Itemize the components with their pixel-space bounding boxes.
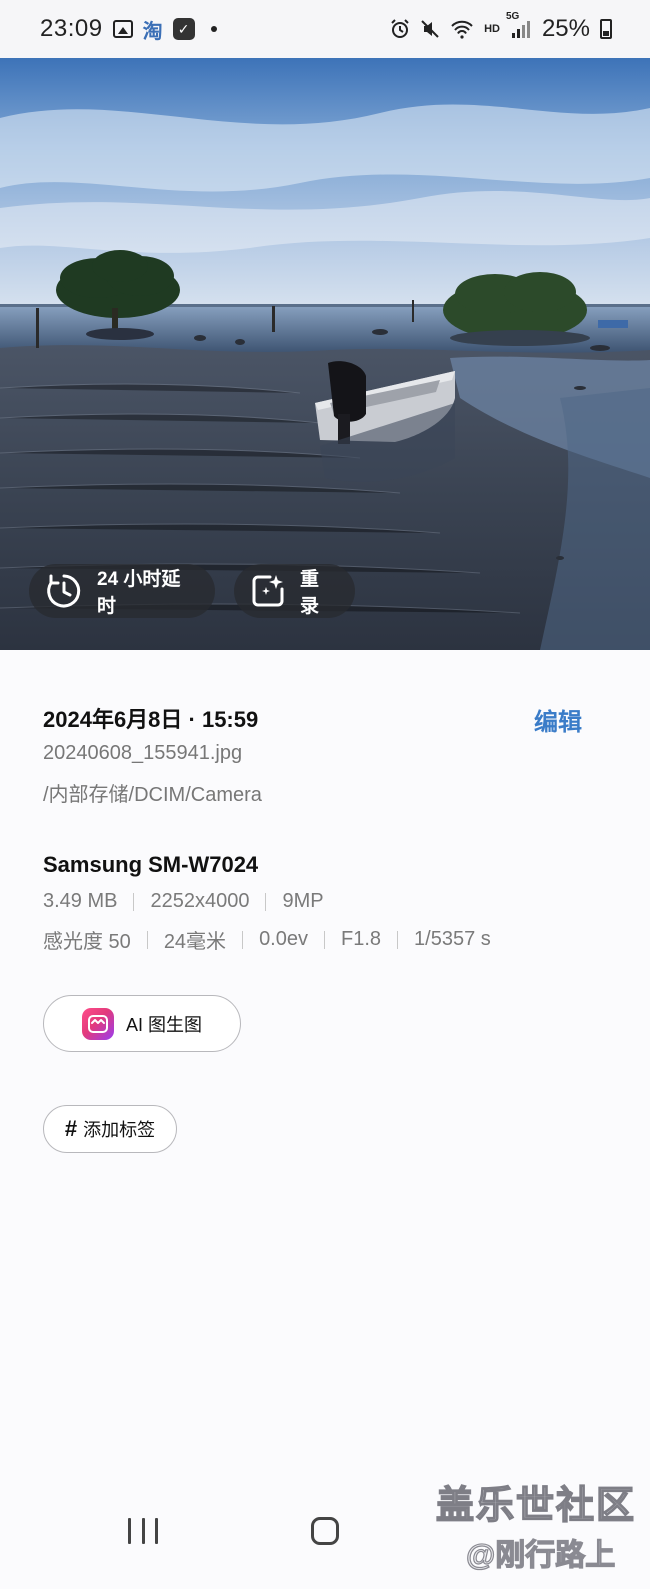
photo-preview[interactable]: 24 小时延时 重录: [0, 58, 650, 650]
dot-icon: [210, 26, 217, 32]
signal-icon: 5G: [506, 11, 532, 39]
taobao-icon: 淘: [142, 20, 163, 43]
file-size: 3.49 MB: [43, 890, 118, 912]
iso: 感光度 50: [43, 931, 131, 953]
recent-apps-button[interactable]: [128, 1518, 158, 1544]
divider: [146, 930, 148, 949]
file-name: 20240608_155941.jpg: [43, 742, 243, 764]
alarm-icon: [390, 19, 410, 39]
battery-icon: [600, 19, 612, 39]
battery-percent: 25%: [541, 15, 590, 42]
focal-length: 24毫米: [163, 931, 227, 953]
timelapse-button[interactable]: 24 小时延时: [29, 564, 215, 618]
status-bar: 23:09 淘 ✓ HD 5G 25%: [0, 0, 650, 58]
wifi-icon: [450, 19, 474, 39]
hd-label: HD: [484, 23, 500, 35]
resolution: 2252x4000: [150, 890, 250, 912]
ai-button-label: AI 图生图: [125, 1014, 202, 1035]
date-time: 2024年6月8日 · 15:59: [43, 707, 259, 732]
ai-app-icon: [81, 1007, 114, 1040]
add-tag-label: 添加标签: [83, 1120, 156, 1140]
sparkle-image-icon: [252, 575, 284, 607]
shutter-speed: 1/5357 s: [414, 928, 491, 950]
divider: [324, 930, 325, 949]
camera-meta-row: 感光度 50 24毫米 0.0ev F1.8 1/5357 s: [43, 925, 491, 954]
aperture: F1.8: [341, 928, 382, 950]
clock-history-icon: [47, 574, 81, 608]
megapixels: 9MP: [282, 890, 324, 912]
file-path: /内部存储/DCIM/Camera: [43, 784, 262, 806]
remaster-label: 重录: [300, 569, 320, 617]
divider: [133, 892, 135, 911]
exposure-value: 0.0ev: [259, 928, 308, 950]
gallery-icon: [112, 20, 133, 38]
timelapse-label: 24 小时延时: [97, 569, 181, 617]
file-meta-row: 3.49 MB 2252x4000 9MP: [43, 890, 324, 913]
ai-image-button[interactable]: AI 图生图: [43, 995, 241, 1052]
device-name: Samsung SM-W7024: [43, 852, 259, 877]
landscape-photo: [0, 58, 650, 650]
hash-icon: #: [64, 1116, 78, 1141]
check-app-icon: ✓: [172, 18, 195, 40]
network-label: 5G: [505, 11, 520, 22]
divider: [242, 930, 244, 949]
divider: [265, 892, 267, 911]
status-time: 23:09: [40, 15, 103, 42]
divider: [397, 930, 399, 949]
edit-button[interactable]: 编辑: [534, 702, 582, 737]
navigation-bar: [0, 1500, 650, 1589]
home-button[interactable]: [311, 1517, 339, 1545]
mute-icon: [420, 19, 440, 39]
remaster-button[interactable]: 重录: [234, 564, 355, 618]
add-tag-button[interactable]: # 添加标签: [43, 1105, 177, 1153]
